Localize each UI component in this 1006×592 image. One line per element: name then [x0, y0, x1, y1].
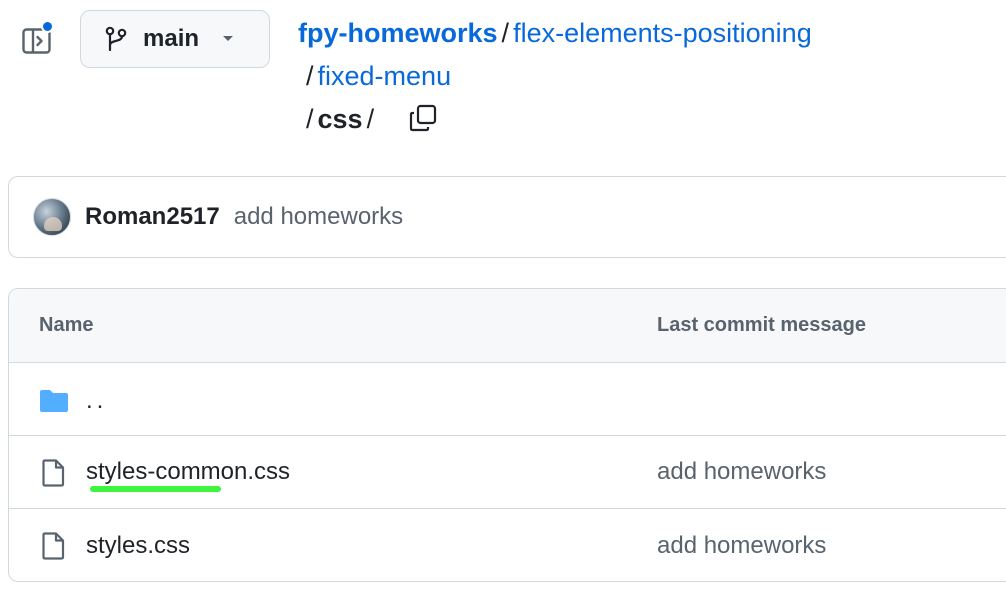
table-row: styles-common.css add homeworks — [9, 436, 1006, 509]
breadcrumb-separator: / — [366, 104, 375, 134]
breadcrumb-link-flex-elements-positioning[interactable]: flex-elements-positioning — [513, 18, 812, 48]
row-commit-message[interactable]: add homeworks — [657, 532, 826, 560]
repo-file-browser: main fpy-homeworks / flex-elements-positio… — [0, 0, 1006, 592]
folder-icon — [40, 390, 68, 412]
breadcrumb-link-fixed-menu[interactable]: fixed-menu — [318, 61, 452, 91]
highlight-underline — [90, 486, 221, 492]
breadcrumb-separator: / — [306, 61, 314, 91]
commit-message-link[interactable]: add homeworks — [234, 203, 403, 231]
breadcrumb: fpy-homeworks / flex-elements-positioning … — [298, 12, 998, 141]
parent-directory-link[interactable]: .. — [86, 387, 107, 415]
copy-icon — [409, 104, 437, 131]
latest-commit-box: Roman2517 add homeworks — [8, 176, 1006, 258]
table-header: Name Last commit message — [9, 289, 1006, 363]
breadcrumb-current: css — [317, 104, 363, 134]
notification-dot — [41, 20, 54, 33]
git-branch-icon — [105, 26, 127, 52]
breadcrumb-separator: / — [501, 18, 510, 48]
column-header-last-commit: Last commit message — [657, 314, 866, 336]
branch-name: main — [143, 25, 200, 52]
file-table: Name Last commit message .. styles-commo… — [8, 288, 1006, 582]
file-link-styles-common-css[interactable]: styles-common.css — [86, 458, 290, 486]
table-row: styles.css add homeworks — [9, 509, 1006, 581]
table-row-parent-directory[interactable]: .. — [9, 363, 1006, 436]
file-icon — [42, 532, 65, 560]
branch-selector-button[interactable]: main — [80, 10, 270, 68]
triangle-down-icon — [223, 36, 234, 41]
file-link-styles-css[interactable]: styles.css — [86, 532, 190, 560]
avatar[interactable] — [33, 198, 71, 236]
column-header-name: Name — [39, 314, 94, 336]
commit-author-link[interactable]: Roman2517 — [85, 203, 220, 231]
row-commit-message[interactable]: add homeworks — [657, 458, 826, 486]
breadcrumb-repo-link[interactable]: fpy-homeworks — [298, 18, 498, 48]
breadcrumb-separator: / — [306, 104, 314, 134]
sidebar-toggle-button[interactable] — [22, 20, 54, 56]
file-icon — [42, 459, 65, 487]
copy-path-button[interactable] — [408, 103, 438, 133]
